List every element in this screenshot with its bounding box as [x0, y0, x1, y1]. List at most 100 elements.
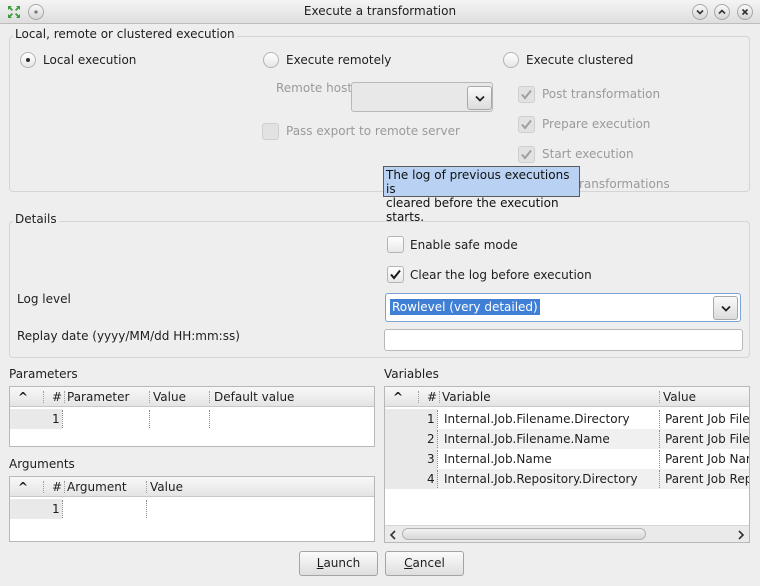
- parameters-col-num[interactable]: #: [52, 390, 62, 404]
- column-separator: [439, 391, 440, 403]
- column-separator: [209, 391, 210, 403]
- tooltip-line-1: The log of previous executions is: [386, 168, 570, 196]
- arguments-col-argument[interactable]: Argument: [67, 480, 127, 494]
- checkmark-icon: [521, 89, 532, 100]
- safe-mode-label: Enable safe mode: [410, 238, 518, 252]
- variable-value-cell[interactable]: Parent Job Rep: [665, 472, 749, 486]
- replay-date-label: Replay date (yyyy/MM/dd HH:mm:ss): [17, 329, 240, 343]
- prepare-execution-checkbox[interactable]: [518, 116, 535, 133]
- remote-execution-radio[interactable]: [263, 52, 279, 68]
- post-transformation-label: Post transformation: [542, 87, 661, 101]
- show-transformations-label: ransformations: [579, 177, 670, 191]
- parameters-col-parameter[interactable]: Parameter: [67, 390, 129, 404]
- variable-value-cell[interactable]: Parent Job File: [665, 412, 749, 426]
- close-icon[interactable]: [737, 4, 753, 20]
- cell-separator: [659, 470, 660, 488]
- safe-mode-checkbox[interactable]: [387, 236, 404, 253]
- cell-separator: [437, 470, 438, 488]
- table-row[interactable]: 4 Internal.Job.Repository.Directory Pare…: [385, 469, 749, 489]
- cell-separator: [62, 500, 63, 518]
- parameters-col-default[interactable]: Default value: [214, 390, 294, 404]
- pass-export-label: Pass export to remote server: [286, 124, 460, 138]
- post-transformation-checkbox[interactable]: [518, 86, 535, 103]
- start-execution-checkbox[interactable]: [518, 146, 535, 163]
- sort-arrow-icon[interactable]: ^: [18, 480, 28, 494]
- launch-button[interactable]: Launch: [299, 551, 378, 576]
- launch-label: aunch: [323, 556, 361, 570]
- cell-separator: [437, 410, 438, 428]
- cell-separator: [437, 430, 438, 448]
- variable-value-cell[interactable]: Parent Job Nar: [665, 452, 749, 466]
- row-number: 1: [427, 412, 435, 426]
- pass-export-checkbox[interactable]: [262, 123, 279, 140]
- sort-arrow-icon[interactable]: ^: [18, 390, 28, 404]
- column-separator: [659, 391, 660, 403]
- column-separator: [64, 481, 65, 493]
- cell-separator: [62, 410, 63, 428]
- checkmark-icon: [390, 269, 401, 280]
- variables-col-num[interactable]: #: [427, 390, 437, 404]
- maximize-icon[interactable]: [714, 4, 730, 20]
- scrollbar-thumb[interactable]: [402, 528, 646, 540]
- cell-separator: [149, 410, 150, 428]
- log-level-dropdown-button[interactable]: [713, 296, 738, 320]
- clustered-execution-radio[interactable]: [503, 52, 519, 68]
- variables-table-header: ^ # Variable Value: [385, 387, 749, 407]
- variable-name-cell[interactable]: Internal.Job.Filename.Name: [444, 432, 656, 446]
- column-separator: [64, 391, 65, 403]
- variable-name-cell[interactable]: Internal.Job.Repository.Directory: [444, 472, 656, 486]
- variable-value-cell[interactable]: Parent Job File: [665, 432, 749, 446]
- cell-separator: [437, 450, 438, 468]
- column-separator: [149, 391, 150, 403]
- arguments-title: Arguments: [9, 457, 75, 471]
- local-execution-label: Local execution: [43, 53, 137, 67]
- clear-log-checkbox[interactable]: [387, 266, 404, 283]
- chevron-down-icon: [721, 305, 731, 312]
- row-number: 2: [427, 432, 435, 446]
- variables-title: Variables: [384, 367, 439, 381]
- replay-date-input[interactable]: [384, 329, 743, 351]
- local-execution-radio[interactable]: [20, 52, 36, 68]
- table-row[interactable]: 1: [10, 499, 374, 519]
- cell-separator: [659, 410, 660, 428]
- scroll-right-icon[interactable]: [737, 529, 745, 542]
- sort-arrow-icon[interactable]: ^: [393, 390, 403, 404]
- variable-name-cell[interactable]: Internal.Job.Name: [444, 452, 656, 466]
- parameters-col-value[interactable]: Value: [153, 390, 186, 404]
- clear-log-label: Clear the log before execution: [410, 268, 592, 282]
- column-separator: [146, 481, 147, 493]
- table-row[interactable]: 3 Internal.Job.Name Parent Job Nar: [385, 449, 749, 469]
- variables-table: ^ # Variable Value 1 Internal.Job.Filena…: [384, 386, 750, 543]
- cancel-mnemonic: C: [404, 556, 413, 570]
- parameters-table-header: ^ # Parameter Value Default value: [10, 387, 374, 407]
- window-title: Execute a transformation: [303, 4, 457, 18]
- scroll-left-icon[interactable]: [389, 529, 397, 542]
- remote-host-label: Remote host: [276, 81, 353, 95]
- cancel-label: ancel: [412, 556, 445, 570]
- cell-separator: [146, 500, 147, 518]
- arguments-col-value[interactable]: Value: [150, 480, 183, 494]
- checkmark-icon: [521, 119, 532, 130]
- minimize-icon[interactable]: [692, 4, 708, 20]
- row-number: 3: [427, 452, 435, 466]
- log-level-label: Log level: [17, 292, 71, 306]
- variables-col-variable[interactable]: Variable: [442, 390, 491, 404]
- row-number: 1: [52, 412, 60, 426]
- cell-separator: [659, 450, 660, 468]
- cancel-button[interactable]: Cancel: [385, 551, 464, 576]
- start-execution-label: Start execution: [542, 147, 634, 161]
- column-separator: [418, 391, 419, 403]
- variable-name-cell[interactable]: Internal.Job.Filename.Directory: [444, 412, 656, 426]
- table-row[interactable]: 1 Internal.Job.Filename.Directory Parent…: [385, 409, 749, 429]
- arguments-col-num[interactable]: #: [52, 480, 62, 494]
- variables-horizontal-scrollbar[interactable]: [385, 525, 749, 542]
- parameters-table: ^ # Parameter Value Default value 1: [9, 386, 375, 447]
- table-row[interactable]: 1: [10, 409, 374, 429]
- arguments-table: ^ # Argument Value 1: [9, 476, 375, 542]
- table-row[interactable]: 2 Internal.Job.Filename.Name Parent Job …: [385, 429, 749, 449]
- remote-host-dropdown-button[interactable]: [467, 86, 492, 110]
- variables-col-value[interactable]: Value: [663, 390, 696, 404]
- prepare-execution-label: Prepare execution: [542, 117, 651, 131]
- clustered-execution-label: Execute clustered: [526, 53, 634, 67]
- log-level-combo[interactable]: Rowlevel (very detailed): [385, 293, 741, 322]
